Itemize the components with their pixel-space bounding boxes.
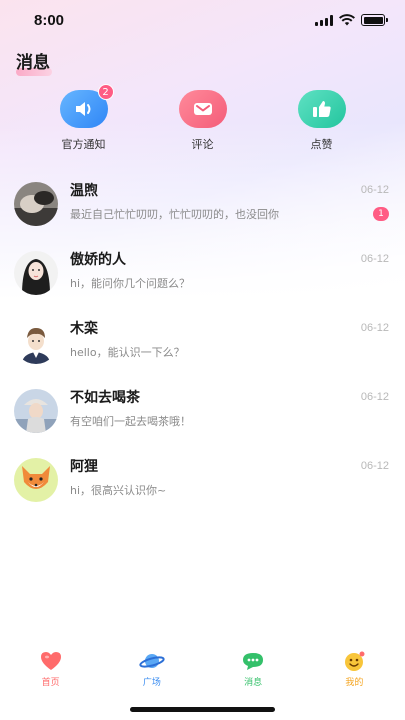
message-item[interactable]: 不如去喝茶 06-12 有空咱们一起去喝茶哦！ <box>0 379 405 448</box>
tab-home-label: 首页 <box>41 678 60 688</box>
avatar <box>14 251 58 295</box>
heart-icon <box>38 650 64 672</box>
smiley-icon <box>341 650 367 672</box>
status-bar: 8:00 <box>0 0 405 40</box>
message-preview: hi，很高兴认识你~ <box>70 484 167 497</box>
avatar <box>14 389 58 433</box>
message-time: 06-12 <box>360 391 389 403</box>
status-time: 8:00 <box>34 11 65 29</box>
message-preview: hi，能问你几个问题么？ <box>70 277 191 290</box>
home-indicator <box>130 707 275 712</box>
page-title: 消息 <box>16 53 50 73</box>
message-time: 06-12 <box>360 253 389 265</box>
cellular-signal-icon <box>315 14 333 26</box>
unread-badge: 1 <box>373 207 389 221</box>
tab-profile-label: 我的 <box>345 678 364 688</box>
official-notice-button[interactable]: 2 官方通知 <box>39 84 129 168</box>
message-item[interactable]: 阿狸 06-12 hi，很高兴认识你~ <box>0 448 405 517</box>
contact-name: 傲娇的人 <box>70 252 126 268</box>
envelope-icon <box>178 90 227 128</box>
contact-name: 木栾 <box>70 321 98 337</box>
message-time: 06-12 <box>360 322 389 334</box>
avatar <box>14 458 58 502</box>
comments-button[interactable]: 评论 <box>158 90 248 168</box>
tab-messages-label: 消息 <box>244 678 263 688</box>
planet-icon <box>139 650 165 672</box>
contact-name: 阿狸 <box>70 459 98 475</box>
message-item[interactable]: 木栾 06-12 hello，能认识一下么？ <box>0 310 405 379</box>
comments-label: 评论 <box>191 138 214 151</box>
tab-messages[interactable]: 消息 <box>213 650 293 694</box>
tab-bar: 首页 广场 消息 我的 <box>0 650 405 694</box>
tab-plaza-label: 广场 <box>142 678 161 688</box>
likes-label: 点赞 <box>310 138 333 151</box>
tab-profile[interactable]: 我的 <box>314 650 394 694</box>
message-preview: 最近自己忙忙叨叨，忙忙叨叨的，也没回你 <box>70 208 279 221</box>
avatar <box>14 320 58 364</box>
avatar <box>14 182 58 226</box>
official-notice-label: 官方通知 <box>61 138 106 151</box>
message-list: 温煦 06-12 最近自己忙忙叨叨，忙忙叨叨的，也没回你 1 傲娇的人 06-1… <box>0 168 405 517</box>
status-icons <box>315 14 388 26</box>
quick-actions: 2 官方通知 评论 点赞 <box>0 80 405 168</box>
battery-icon <box>361 14 388 26</box>
message-preview: 有空咱们一起去喝茶哦！ <box>70 415 191 428</box>
tab-plaza[interactable]: 广场 <box>112 650 192 694</box>
message-time: 06-12 <box>360 460 389 472</box>
likes-button[interactable]: 点赞 <box>277 90 367 168</box>
message-item[interactable]: 傲娇的人 06-12 hi，能问你几个问题么？ <box>0 241 405 310</box>
official-notice-badge: 2 <box>97 84 114 100</box>
chat-bubble-icon <box>240 650 266 672</box>
contact-name: 温煦 <box>70 183 98 199</box>
message-preview: hello，能认识一下么？ <box>70 346 185 359</box>
message-time: 06-12 <box>360 184 389 196</box>
message-item[interactable]: 温煦 06-12 最近自己忙忙叨叨，忙忙叨叨的，也没回你 1 <box>0 172 405 241</box>
tab-home[interactable]: 首页 <box>11 650 91 694</box>
speaker-icon: 2 <box>59 84 114 128</box>
thumbs-up-icon <box>297 90 346 128</box>
wifi-icon <box>339 14 355 26</box>
contact-name: 不如去喝茶 <box>70 390 140 406</box>
